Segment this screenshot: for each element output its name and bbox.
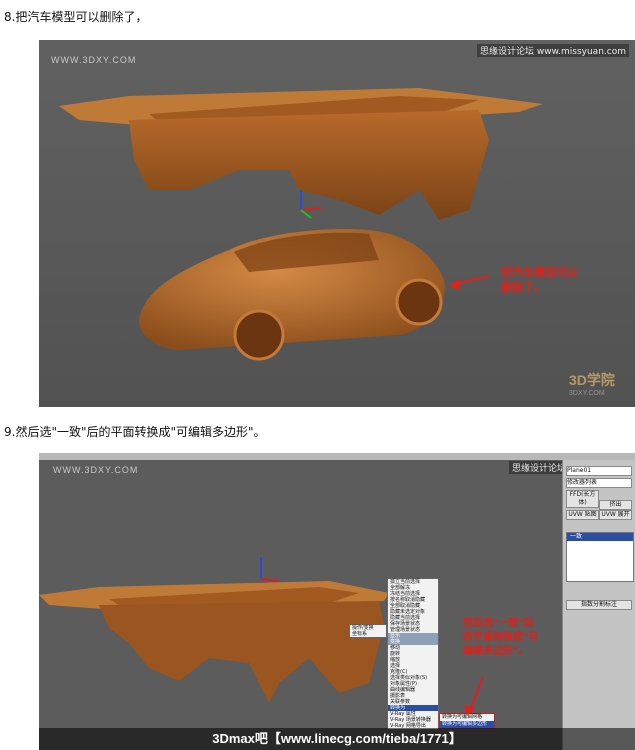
extrude-button[interactable]: 挤出 bbox=[599, 500, 632, 510]
ffd-box-button[interactable]: FFD(长方体) bbox=[566, 490, 599, 508]
step8-screenshot: WWW.3DXY.COM 思缘设计论坛 www.missyuan.com 把汽车… bbox=[39, 40, 635, 407]
context-menu: 孤立当前选择 全部解冻 冻结当前选择 按名称取消隐藏 全部取消隐藏 隐藏未选定对… bbox=[387, 578, 439, 730]
step8-caption: 8.把汽车模型可以删除了， bbox=[4, 10, 148, 24]
step9-note-line: 然后选"一致"后 bbox=[463, 618, 534, 629]
convert-submenu: 转换为可编辑网格 转换为可编辑多边形 bbox=[439, 713, 495, 729]
modifier-list-dropdown[interactable]: 修改器列表 bbox=[566, 478, 632, 488]
car-wheel-rear bbox=[395, 278, 443, 326]
submenu-item[interactable]: 转换为可编辑网格 bbox=[440, 714, 494, 721]
step8-logo: 3D学院 3DXY.COM bbox=[569, 370, 615, 397]
menu-item[interactable]: 坐标系 bbox=[350, 631, 386, 637]
step8-watermark-left: WWW.3DXY.COM bbox=[51, 55, 137, 65]
modifier-stack-item[interactable]: 一致 bbox=[567, 533, 633, 541]
submenu-item-editable-poly[interactable]: 转换为可编辑多边形 bbox=[440, 721, 494, 728]
quad-menu-left: 操作/变换 坐标系 bbox=[349, 624, 387, 638]
command-panel: Plane01 修改器列表 FFD(长方体) 挤出 UVW 贴图 UVW 展开 … bbox=[562, 460, 635, 750]
panel-footer-button[interactable]: 指数分割标注 bbox=[566, 600, 632, 610]
object-name-field[interactable]: Plane01 bbox=[566, 466, 632, 476]
modifier-stack: 一致 bbox=[566, 532, 634, 582]
step8-note: 把汽车模型可以 删除了。 bbox=[501, 265, 578, 295]
step8-viewport-drawing bbox=[39, 40, 635, 407]
step8-logo-text: 3D学院 bbox=[569, 372, 615, 388]
step9-note: 然后选"一致"后 的平面转换成"可 编辑多边形"。 bbox=[463, 617, 538, 659]
step9-note-line: 的平面转换成"可 bbox=[463, 632, 539, 643]
step9-watermark-left: WWW.3DXY.COM bbox=[53, 465, 139, 475]
step9-caption: 9.然后选"一致"后的平面转换成"可编辑多边形"。 bbox=[4, 425, 266, 439]
step8-note-line: 把汽车模型可以 bbox=[501, 266, 578, 279]
step8-watermark-right: 思缘设计论坛 www.missyuan.com bbox=[477, 44, 629, 57]
car-wheel-front bbox=[233, 309, 285, 361]
step9-screenshot: WWW.3DXY.COM 思缘设计论坛 操作/变换 坐标系 孤立当前选择 全部解… bbox=[39, 453, 635, 750]
uvw-map-button[interactable]: UVW 贴图 bbox=[566, 510, 599, 520]
step9-viewport-drawing bbox=[39, 460, 563, 750]
step9-watermark-right: 思缘设计论坛 bbox=[509, 461, 570, 474]
step9-note-line: 编辑多边形"。 bbox=[463, 646, 529, 657]
step8-note-line: 删除了。 bbox=[501, 281, 545, 294]
bottom-banner: 3Dmax吧【www.linecg.com/tieba/1771】 bbox=[39, 728, 635, 750]
step8-logo-sub: 3DXY.COM bbox=[569, 390, 605, 397]
uvw-unwrap-button[interactable]: UVW 展开 bbox=[599, 510, 632, 520]
